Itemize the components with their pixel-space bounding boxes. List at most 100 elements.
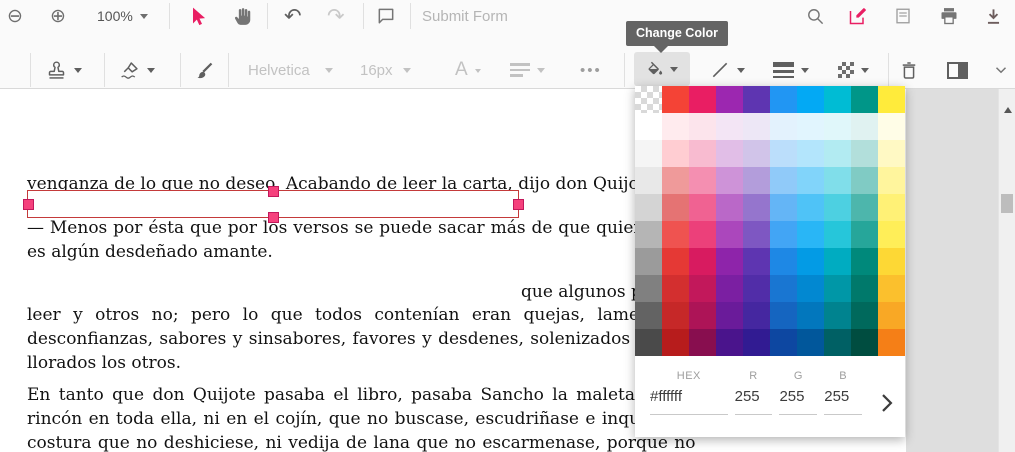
color-swatch[interactable] [878,140,905,167]
select-tool-button[interactable] [188,4,208,28]
color-swatch[interactable] [878,302,905,329]
color-swatch[interactable] [635,302,662,329]
color-swatch[interactable] [824,113,851,140]
delete-button[interactable] [899,58,919,82]
form-editor-button[interactable] [848,4,868,28]
color-swatch[interactable] [770,302,797,329]
color-swatch[interactable] [770,275,797,302]
color-swatch[interactable] [824,248,851,275]
color-swatch[interactable] [635,167,662,194]
pages-panel-button[interactable] [894,4,912,28]
color-swatch[interactable] [824,140,851,167]
color-swatch[interactable] [662,248,689,275]
color-swatch[interactable] [878,86,905,113]
color-swatch[interactable] [878,113,905,140]
color-swatch[interactable] [770,248,797,275]
color-swatch[interactable] [743,329,770,356]
color-swatch[interactable] [878,167,905,194]
color-swatch[interactable] [851,248,878,275]
blue-field[interactable]: B 255 [824,370,863,415]
font-color-button[interactable]: A [455,58,481,82]
collapse-toolbar-button[interactable] [992,58,1010,82]
color-swatch[interactable] [716,302,743,329]
next-arrow-icon[interactable] [879,392,895,414]
undo-button[interactable]: ↶ [284,4,302,28]
color-swatch[interactable] [824,329,851,356]
color-swatch[interactable] [770,140,797,167]
color-swatch[interactable] [770,329,797,356]
color-swatch[interactable] [635,248,662,275]
color-swatch[interactable] [797,302,824,329]
color-swatch[interactable] [662,140,689,167]
color-swatch[interactable] [851,329,878,356]
color-swatch[interactable] [851,221,878,248]
color-swatch[interactable] [635,329,662,356]
zoom-level-dropdown[interactable]: 100% [97,4,148,28]
print-button[interactable] [939,4,959,28]
opacity-pattern-dropdown[interactable] [838,58,869,82]
resize-handle-top[interactable] [268,186,279,197]
zoom-in-button[interactable]: ⊕ [50,4,66,28]
green-value[interactable]: 255 [779,388,818,415]
color-swatch[interactable] [689,194,716,221]
brush-tool-button[interactable] [194,58,215,82]
color-swatch[interactable] [824,221,851,248]
color-swatch[interactable] [851,302,878,329]
red-field[interactable]: R 255 [734,370,773,415]
pan-tool-button[interactable] [233,4,253,28]
color-swatch[interactable] [689,167,716,194]
color-swatch[interactable] [716,140,743,167]
color-swatch[interactable] [743,167,770,194]
line-thickness-dropdown[interactable] [773,58,809,82]
color-swatch[interactable] [770,113,797,140]
color-swatch[interactable] [716,167,743,194]
color-swatch[interactable] [662,329,689,356]
color-swatch[interactable] [689,140,716,167]
search-button[interactable] [806,4,825,28]
color-swatch[interactable] [635,140,662,167]
color-swatch[interactable] [689,248,716,275]
color-swatch[interactable] [662,86,689,113]
vertical-scrollbar[interactable] [998,88,1015,452]
color-swatch[interactable] [743,221,770,248]
color-swatch[interactable] [797,329,824,356]
color-swatch[interactable] [662,221,689,248]
color-swatch[interactable] [797,167,824,194]
color-swatch[interactable] [635,194,662,221]
color-swatch[interactable] [797,194,824,221]
color-swatch[interactable] [743,140,770,167]
stamp-tool-button[interactable] [46,58,82,82]
scrollbar-thumb[interactable] [1001,194,1013,213]
zoom-out-button[interactable]: ⊖ [7,4,23,28]
resize-handle-bottom[interactable] [268,212,279,223]
color-swatch[interactable] [851,194,878,221]
side-panel-toggle-button[interactable] [947,58,968,82]
submit-form-button[interactable]: Submit Form [422,4,508,28]
color-swatch[interactable] [662,167,689,194]
color-swatch[interactable] [689,221,716,248]
transparent-swatch[interactable] [635,86,662,113]
selected-text-box[interactable] [23,186,524,223]
color-swatch[interactable] [770,167,797,194]
color-swatch[interactable] [878,221,905,248]
color-swatch[interactable] [635,275,662,302]
color-swatch[interactable] [878,248,905,275]
line-tool-button[interactable] [710,58,745,82]
color-swatch[interactable] [878,329,905,356]
color-swatch[interactable] [851,167,878,194]
color-swatch[interactable] [797,86,824,113]
comment-button[interactable] [376,4,396,28]
color-swatch[interactable] [743,86,770,113]
color-swatch[interactable] [824,167,851,194]
color-swatch[interactable] [797,113,824,140]
color-swatch[interactable] [878,275,905,302]
color-swatch[interactable] [797,248,824,275]
color-swatch[interactable] [824,302,851,329]
color-swatch[interactable] [716,275,743,302]
color-swatch[interactable] [824,194,851,221]
color-swatch[interactable] [689,113,716,140]
color-swatch[interactable] [770,86,797,113]
signature-tool-button[interactable] [119,58,155,82]
color-swatch[interactable] [635,221,662,248]
color-swatch[interactable] [851,86,878,113]
